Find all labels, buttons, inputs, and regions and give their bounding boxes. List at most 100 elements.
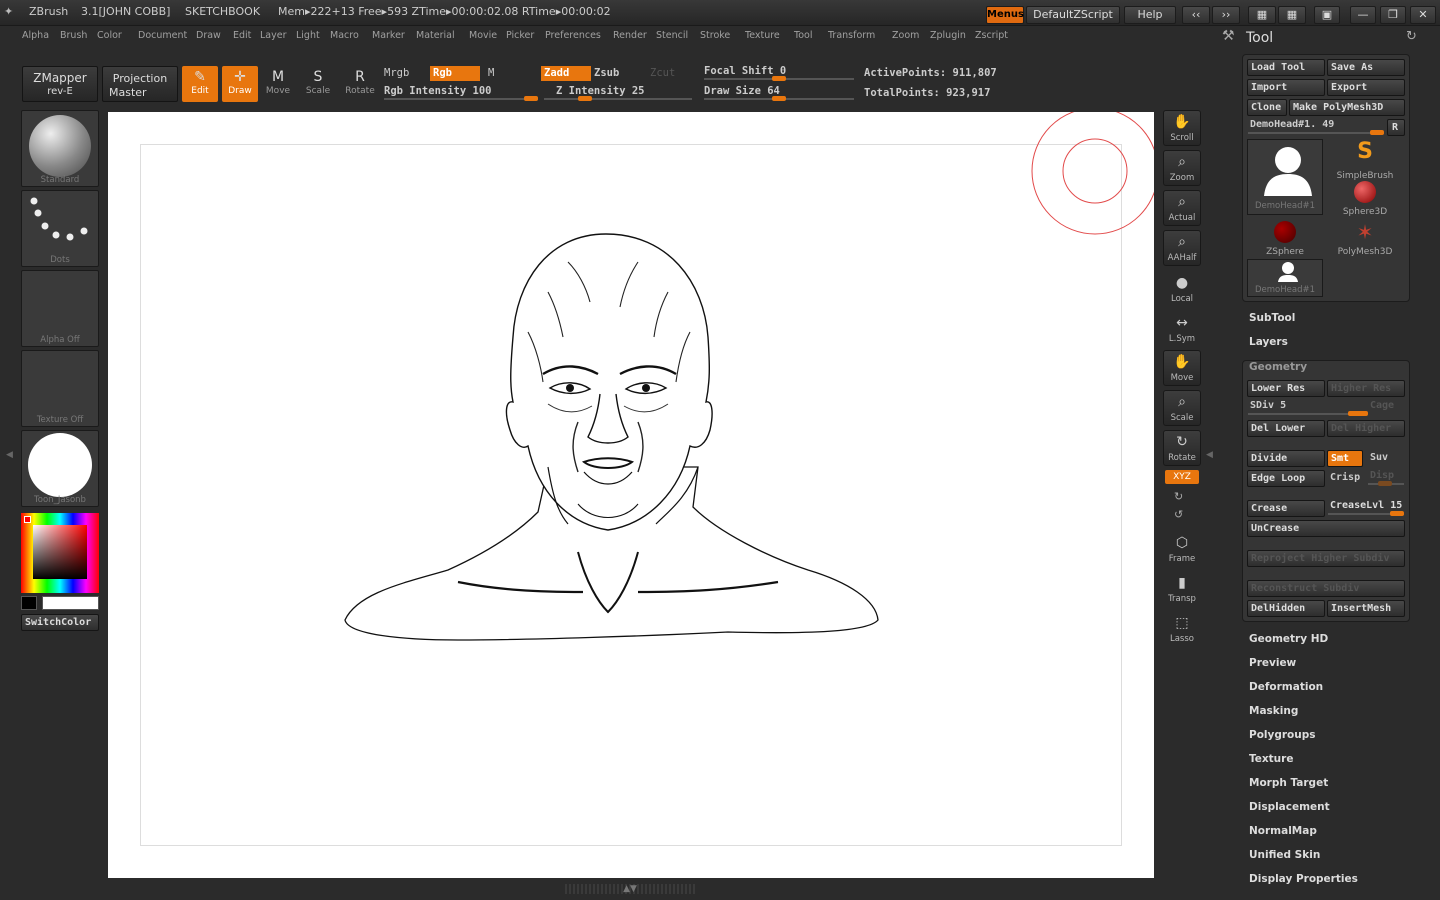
menu-tool[interactable]: Tool [794,30,812,41]
menu-texture[interactable]: Texture [745,30,780,41]
aahalf-button[interactable]: ⌕ AAHalf [1163,230,1201,266]
menu-picker[interactable]: Picker [506,30,534,41]
menu-movie[interactable]: Movie [469,30,497,41]
texture-selector[interactable]: Texture Off [21,350,99,427]
load-tool-button[interactable]: Load Tool [1247,59,1325,76]
actual-button[interactable]: ⌕ Actual [1163,190,1201,226]
mrgb-button[interactable]: Mrgb [384,67,409,79]
lasso-button[interactable]: ⬚ Lasso [1163,612,1201,648]
cage-button[interactable]: Cage [1370,400,1394,411]
menu-layer[interactable]: Layer [260,30,287,41]
higher-res-button[interactable]: Higher Res [1327,380,1405,397]
reconstruct-subdiv-button[interactable]: Reconstruct Subdiv [1247,580,1405,597]
secondary-color-swatch[interactable] [21,596,37,610]
restore-icon[interactable]: ❐ [1380,6,1406,24]
transp-button[interactable]: ▮ Transp [1163,572,1201,608]
crease-button[interactable]: Crease [1247,500,1325,517]
display-properties-section[interactable]: Display Properties [1249,873,1358,885]
divide-button[interactable]: Divide [1247,450,1325,467]
subtool-section[interactable]: SubTool [1249,312,1295,324]
draw-button[interactable]: ✛ Draw [222,66,258,102]
scale-button[interactable]: S Scale [300,66,336,102]
menu-edit[interactable]: Edit [233,30,251,41]
menu-zoom[interactable]: Zoom [892,30,919,41]
deformation-section[interactable]: Deformation [1249,681,1323,693]
zoom-button[interactable]: ⌕ Zoom [1163,150,1201,186]
import-button[interactable]: Import [1247,79,1325,96]
menu-alpha[interactable]: Alpha [22,30,49,41]
menu-zscript[interactable]: Zscript [975,30,1008,41]
scroll-button[interactable]: ✋ Scroll [1163,110,1201,146]
suv-toggle[interactable]: Suv [1370,452,1388,463]
zsub-button[interactable]: Zsub [594,67,619,79]
left-tray-grip-icon[interactable]: ◀ [6,450,13,460]
material-selector[interactable]: Toon_Jasonb [21,430,99,507]
layers-section[interactable]: Layers [1249,336,1288,348]
menu-render[interactable]: Render [613,30,647,41]
draw-size-slider[interactable] [704,96,854,101]
zmapper-button[interactable]: ZMapper rev-E [22,66,98,102]
geometry-hd-section[interactable]: Geometry HD [1249,633,1328,645]
reproject-higher-subdiv-button[interactable]: Reproject Higher Subdiv [1247,550,1405,567]
default-zscript-button[interactable]: DefaultZScript [1026,6,1120,24]
del-higher-button[interactable]: Del Higher [1327,420,1405,437]
lower-res-button[interactable]: Lower Res [1247,380,1325,397]
make-polymesh-button[interactable]: Make PolyMesh3D [1289,99,1405,116]
menu-preferences[interactable]: Preferences [545,30,601,41]
main-color-swatch[interactable] [42,596,99,610]
rgb-button[interactable]: Rgb [430,66,480,81]
displacement-section[interactable]: Displacement [1249,801,1330,813]
menu-light[interactable]: Light [296,30,320,41]
bottom-tray-grip-icon[interactable]: ▲▼ [565,884,695,894]
z-rotate-icon[interactable]: ↺ [1174,508,1183,521]
scale-view-button[interactable]: ⌕ Scale [1163,390,1201,426]
export-button[interactable]: Export [1327,79,1405,96]
layout-left-icon[interactable]: ▦ [1248,6,1276,24]
brush-selector[interactable]: Standard [21,110,99,187]
creaselvl-slider[interactable] [1328,511,1404,516]
menu-stencil[interactable]: Stencil [656,30,688,41]
layout-right-icon[interactable]: ▦ [1278,6,1306,24]
menu-transform[interactable]: Transform [828,30,875,41]
menu-zplugin[interactable]: Zplugin [930,30,966,41]
alpha-selector[interactable]: Alpha Off [21,270,99,347]
lock-icon[interactable]: ▣ [1314,6,1340,24]
smt-toggle[interactable]: Smt [1327,450,1363,467]
menu-brush[interactable]: Brush [60,30,87,41]
menu-draw[interactable]: Draw [196,30,221,41]
uncrease-button[interactable]: UnCrease [1247,520,1405,537]
edge-loop-button[interactable]: Edge Loop [1247,470,1325,487]
texture-section[interactable]: Texture [1249,753,1293,765]
tool-selector-slider[interactable] [1248,130,1384,135]
frame-button[interactable]: ⬡ Frame [1163,532,1201,568]
menu-marker[interactable]: Marker [372,30,405,41]
switch-color-button[interactable]: SwitchColor [21,614,99,631]
lsym-button[interactable]: ↔ L.Sym [1163,312,1201,348]
sdiv-slider[interactable] [1248,411,1368,416]
color-saturation-square[interactable] [33,525,87,579]
crisp-toggle[interactable]: Crisp [1330,472,1360,483]
shrink-tray-icon[interactable]: ‹‹ [1182,6,1210,24]
morph-target-section[interactable]: Morph Target [1249,777,1328,789]
menu-color[interactable]: Color [97,30,122,41]
clone-button[interactable]: Clone [1247,99,1287,116]
m-button[interactable]: M [488,67,494,79]
zadd-button[interactable]: Zadd [541,66,591,81]
del-lower-button[interactable]: Del Lower [1247,420,1325,437]
normalmap-section[interactable]: NormalMap [1249,825,1317,837]
geometry-section[interactable]: Geometry [1249,361,1307,373]
masking-section[interactable]: Masking [1249,705,1298,717]
xyz-button[interactable]: XYZ [1165,470,1199,484]
menu-stroke[interactable]: Stroke [700,30,730,41]
right-tray-grip-icon[interactable]: ◀ [1206,450,1213,460]
y-rotate-icon[interactable]: ↻ [1174,490,1183,503]
tool-thumb-demohead[interactable]: DemoHead#1 [1247,139,1323,215]
menu-document[interactable]: Document [138,30,187,41]
save-as-button[interactable]: Save As [1327,59,1405,76]
projection-master-button[interactable]: Projection Master [102,66,178,102]
palette-reset-icon[interactable]: ↻ [1406,29,1417,44]
move-view-button[interactable]: ✋ Move [1163,350,1201,386]
move-button[interactable]: M Move [260,66,296,102]
tool-thumb-demohead-2[interactable]: DemoHead#1 [1247,259,1323,297]
focal-shift-slider[interactable] [704,76,854,81]
